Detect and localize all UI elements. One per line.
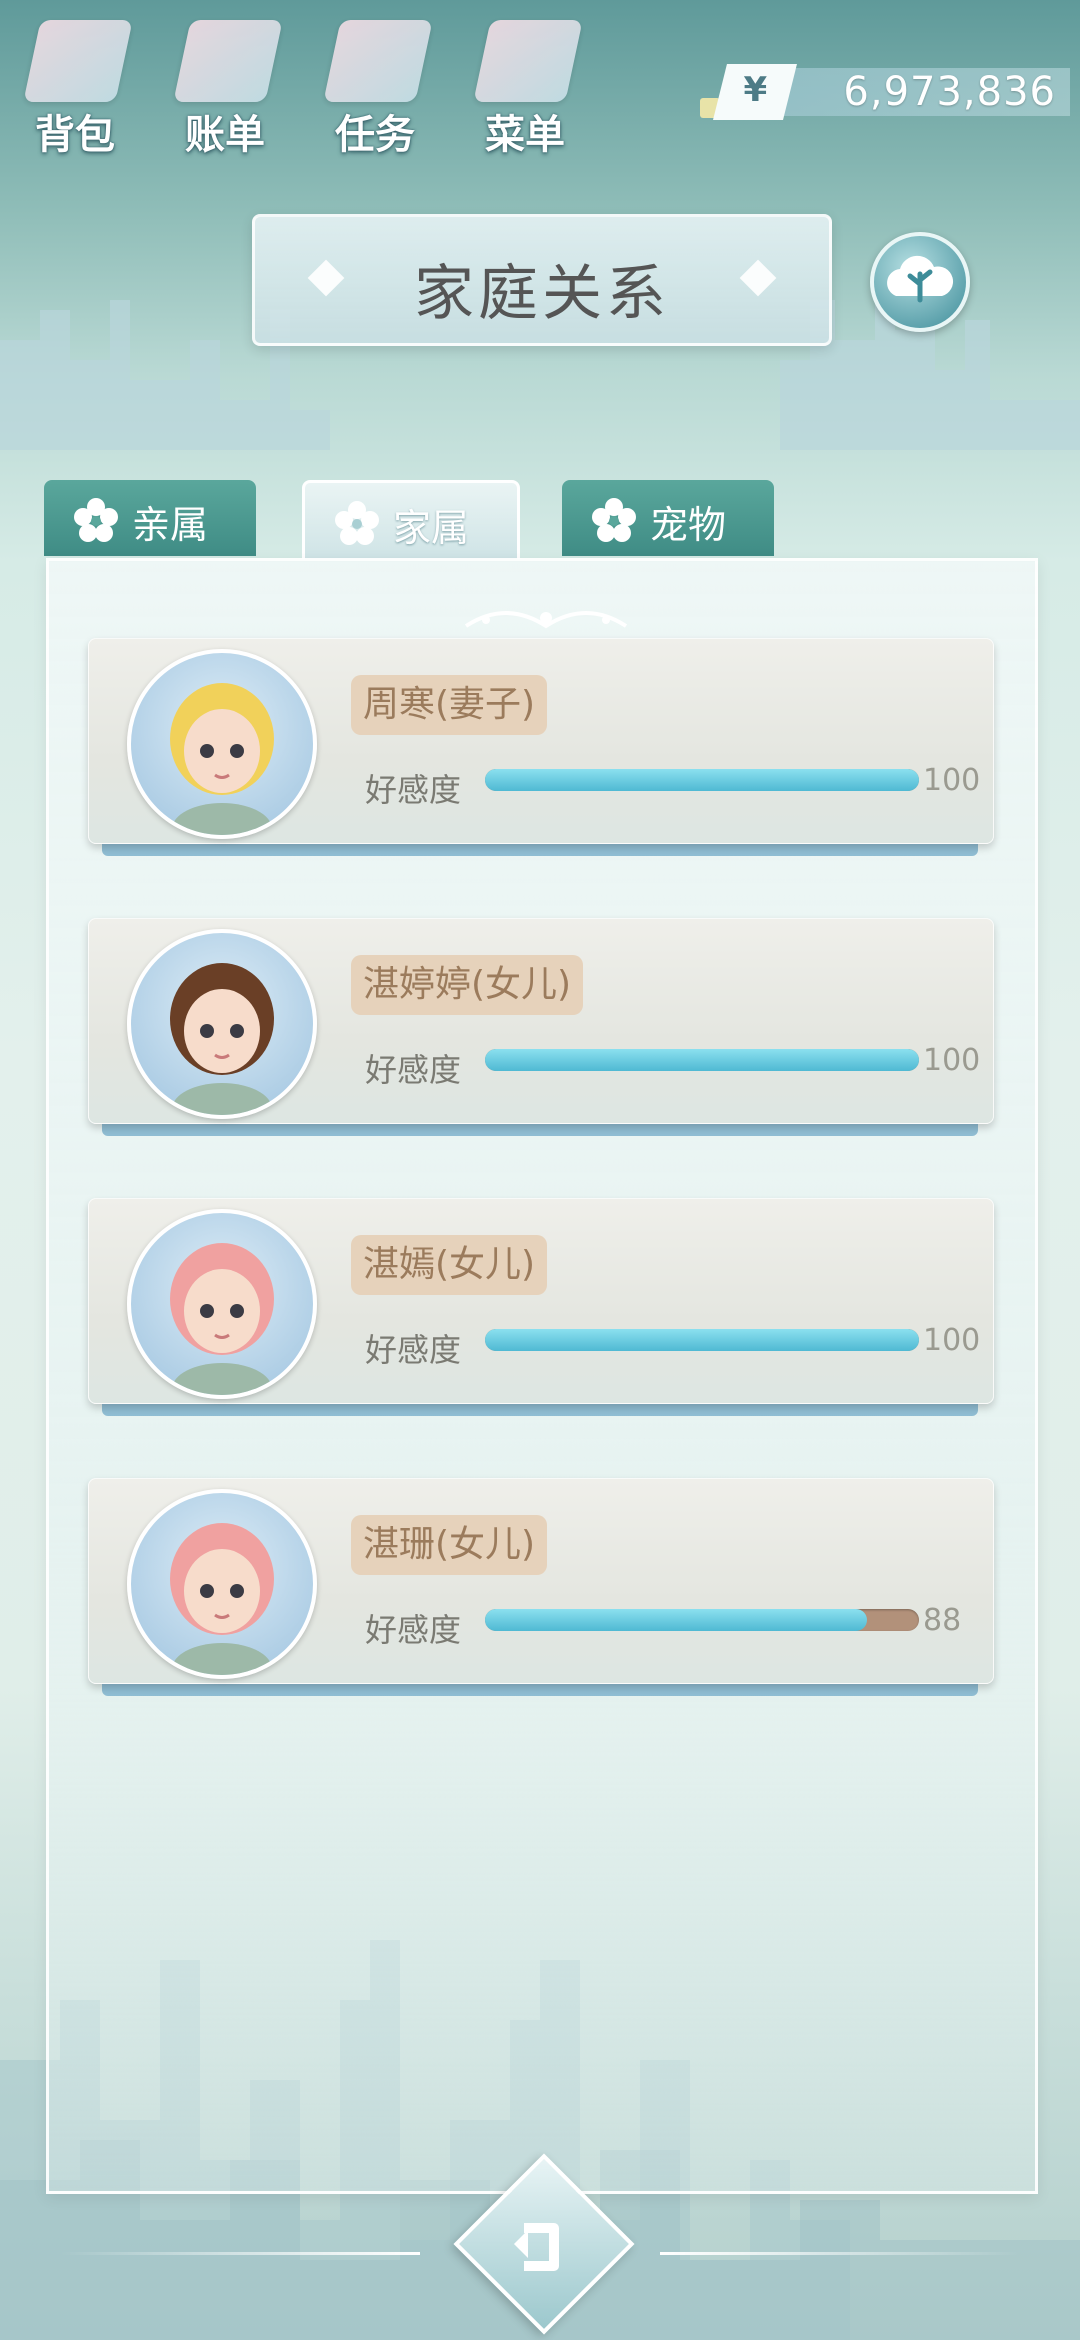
- backpack-icon: [23, 20, 133, 102]
- bill-button[interactable]: 账单: [160, 10, 290, 158]
- affection-fill: [485, 769, 919, 791]
- bill-label: 账单: [185, 112, 265, 158]
- member-name: 湛婷婷(女儿): [351, 955, 584, 1015]
- menu-label: 菜单: [485, 112, 565, 158]
- family-tree-button[interactable]: [870, 232, 970, 332]
- menu-button[interactable]: 菜单: [460, 10, 590, 158]
- member-card[interactable]: 湛婷婷(女儿) 好感度 100: [88, 918, 994, 1148]
- affection-value: 100: [923, 1323, 981, 1358]
- avatar: [127, 649, 317, 839]
- task-icon: [323, 20, 433, 102]
- affection-bar: [485, 1329, 919, 1351]
- member-card[interactable]: 周寒(妻子) 好感度 100: [88, 638, 994, 868]
- member-name: 湛珊(女儿): [351, 1515, 548, 1575]
- member-card[interactable]: 湛嫣(女儿) 好感度 100: [88, 1198, 994, 1428]
- flower-icon: [335, 501, 379, 545]
- affection-label: 好感度: [365, 1611, 462, 1649]
- affection-fill: [485, 1329, 919, 1351]
- cloud-tree-icon: [887, 255, 954, 303]
- flower-icon: [592, 498, 636, 542]
- tab-family-label: 家属: [393, 506, 470, 550]
- page-title: 家庭关系: [414, 259, 670, 329]
- card-face: 湛婷婷(女儿) 好感度 100: [88, 918, 994, 1124]
- tab-pets[interactable]: 宠物: [562, 480, 774, 556]
- flower-icon: [74, 498, 118, 542]
- affection-value: 100: [923, 1043, 981, 1078]
- card-face: 周寒(妻子) 好感度 100: [88, 638, 994, 844]
- member-name: 周寒(妻子): [351, 675, 548, 735]
- member-name: 湛嫣(女儿): [351, 1235, 548, 1295]
- money-value: 6,973,836: [843, 69, 1056, 115]
- affection-fill: [485, 1049, 919, 1071]
- yen-icon: ¥: [713, 64, 797, 120]
- affection-label: 好感度: [365, 1051, 462, 1089]
- tab-pets-label: 宠物: [650, 503, 727, 547]
- affection-bar: [485, 1609, 919, 1631]
- avatar: [127, 1209, 317, 1399]
- affection-bar: [485, 769, 919, 791]
- member-card[interactable]: 湛珊(女儿) 好感度 88: [88, 1478, 994, 1708]
- character-portrait-icon: [170, 963, 274, 1115]
- task-label: 任务: [335, 112, 415, 158]
- scroll-ornament-icon: [464, 611, 628, 629]
- avatar: [127, 1489, 317, 1679]
- page-title-box: 家庭关系: [252, 214, 832, 346]
- divider-right: [660, 2252, 1020, 2255]
- character-portrait-icon: [170, 1523, 274, 1675]
- backpack-button[interactable]: 背包: [10, 10, 140, 158]
- character-portrait-icon: [170, 683, 274, 835]
- card-face: 湛珊(女儿) 好感度 88: [88, 1478, 994, 1684]
- affection-fill: [485, 1609, 867, 1631]
- affection-label: 好感度: [365, 771, 462, 809]
- divider-left: [60, 2252, 420, 2255]
- task-button[interactable]: 任务: [310, 10, 440, 158]
- affection-value: 88: [923, 1603, 962, 1638]
- affection-label: 好感度: [365, 1331, 462, 1369]
- affection-value: 100: [923, 763, 981, 798]
- card-face: 湛嫣(女儿) 好感度 100: [88, 1198, 994, 1404]
- tab-relatives[interactable]: 亲属: [44, 480, 256, 556]
- bill-icon: [173, 20, 283, 102]
- return-icon: [514, 2223, 559, 2271]
- tab-relatives-label: 亲属: [132, 503, 209, 547]
- tab-family[interactable]: 家属: [302, 480, 520, 559]
- avatar: [127, 929, 317, 1119]
- backpack-label: 背包: [35, 112, 115, 158]
- character-portrait-icon: [170, 1243, 274, 1395]
- menu-icon: [473, 20, 583, 102]
- money-display: ¥ 6,973,836: [700, 64, 1070, 120]
- affection-bar: [485, 1049, 919, 1071]
